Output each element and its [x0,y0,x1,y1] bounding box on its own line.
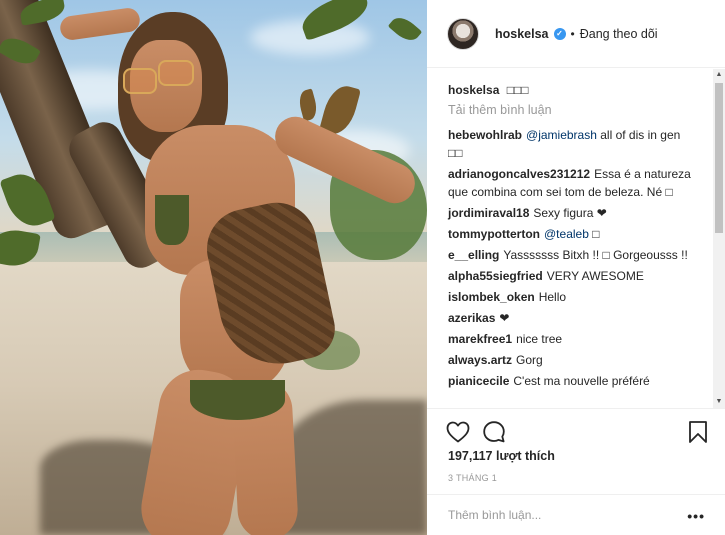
header-username[interactable]: hoskelsa [495,27,549,41]
comment-text: Yasssssss Bitxh !! □ Gorgeousss !! [503,248,688,262]
verified-badge-icon: ✓ [553,27,566,40]
comment-item: marekfree1 nice tree [448,330,698,348]
scroll-thumb[interactable] [715,83,723,233]
comment-username[interactable]: adrianogoncalves231212 [448,167,590,181]
comment-text: Sexy figura ❤ [533,206,607,220]
comment-item: e__elling Yasssssss Bitxh !! □ Gorgeousss… [448,246,698,264]
raised-arm [58,6,142,42]
comment-username[interactable]: marekfree1 [448,332,512,346]
comment-icon[interactable] [481,419,507,445]
comment-text: nice tree [516,332,563,346]
comment-text: Hello [538,290,567,304]
load-more-comments-button[interactable]: Tải thêm bình luận [448,103,713,117]
heart-icon[interactable] [445,419,471,445]
comment-item: adrianogoncalves231212 Essa é a natureza … [448,165,698,201]
post-photo[interactable] [0,0,427,535]
comment-item: tommypotterton @tealeb □ [448,225,698,243]
comment-items: hebewohlrab @jamiebrash all of dis in gen… [448,126,713,390]
comment-username[interactable]: azerikas [448,311,495,325]
comment-username[interactable]: jordimiraval18 [448,206,529,220]
comment-item: azerikas ❤ [448,309,698,327]
comment-username[interactable]: alpha55siegfried [448,269,543,283]
comment-username[interactable]: islombek_oken [448,290,535,304]
bikini-bottom [190,380,285,420]
comment-username[interactable]: hebewohlrab [448,128,522,142]
comment-item: always.artz Gorg [448,351,698,369]
add-comment-input[interactable] [448,508,668,522]
comment-text: C'est ma nouvelle préféré [513,374,650,388]
scroll-down-arrow-icon[interactable]: ▼ [713,396,725,408]
comment-mention[interactable]: @jamiebrash [526,128,597,142]
sunglasses [123,68,157,94]
bikini-top [155,195,189,245]
comment-username[interactable]: pianicecile [448,374,509,388]
post-header: hoskelsa ✓ • Đang theo dõi [427,0,725,68]
comment-username[interactable]: e__elling [448,248,499,262]
caption-text: □□□ [506,83,529,97]
comment-text: ❤ [499,311,510,325]
caption-username[interactable]: hoskelsa [448,83,499,97]
comment-item: pianicecile C'est ma nouvelle préféré [448,372,698,390]
comment-text: □ [592,227,600,241]
post-timestamp[interactable]: 3 THÁNG 1 [448,473,497,483]
add-comment-bar: ••• [427,494,725,535]
comments-scrollbar[interactable]: ▲ ▼ [713,69,725,408]
more-options-button[interactable]: ••• [687,508,705,524]
follow-button[interactable]: Đang theo dõi [580,27,658,41]
comment-username[interactable]: always.artz [448,353,512,367]
header-separator: • [570,26,575,41]
comment-text: Gorg [516,353,543,367]
comment-username[interactable]: tommypotterton [448,227,540,241]
scroll-up-arrow-icon[interactable]: ▲ [713,69,725,81]
sunglasses [158,60,194,86]
post-actions: 197,117 lượt thích 3 THÁNG 1 [427,408,725,494]
comments-list[interactable]: hoskelsa □□□ Tải thêm bình luận hebewohl… [427,69,713,408]
avatar[interactable] [447,17,479,50]
like-count[interactable]: 197,117 lượt thích [448,449,555,463]
leaf [387,12,423,46]
comment-mention[interactable]: @tealeb [544,227,589,241]
comment-item: hebewohlrab @jamiebrash all of dis in gen… [448,126,698,162]
post-sidebar: hoskelsa ✓ • Đang theo dõi hoskelsa □□□ … [427,0,725,535]
comment-item: jordimiraval18 Sexy figura ❤ [448,204,698,222]
comment-item: alpha55siegfried VERY AWESOME [448,267,698,285]
caption: hoskelsa □□□ [448,81,698,99]
comment-item: islombek_oken Hello [448,288,698,306]
comment-text: VERY AWESOME [546,269,644,283]
bookmark-icon[interactable] [685,419,711,445]
